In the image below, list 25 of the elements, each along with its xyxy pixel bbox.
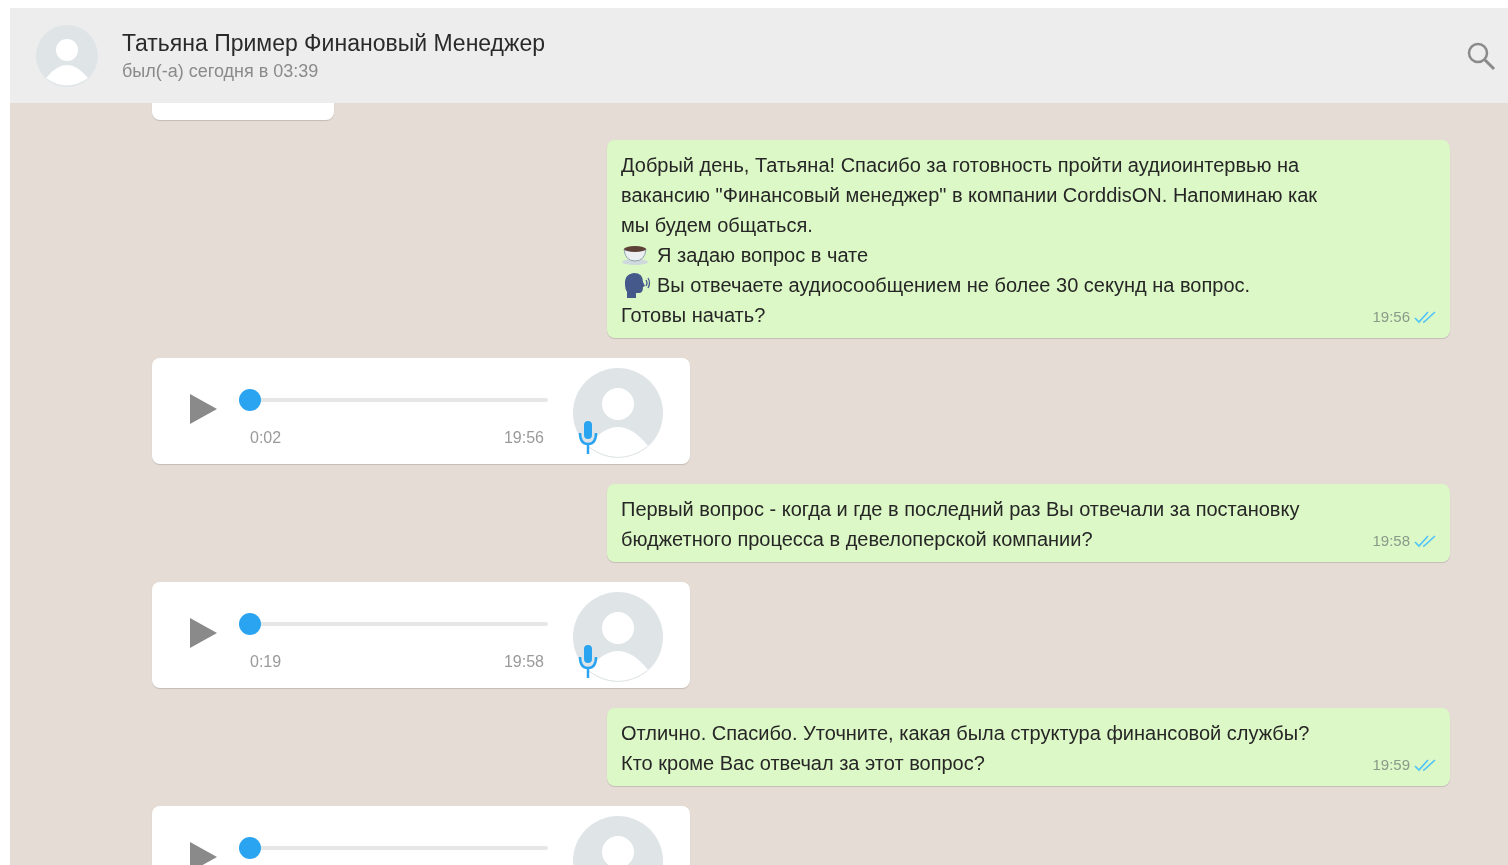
message-text: Вы отвечаете аудиосообщением не более 30 секунд на вопрос. (657, 273, 1251, 298)
message-time: 19:58 (1372, 530, 1410, 551)
message-text: Первый вопрос - когда и где в последний раз Вы отвечали за постановку бюджетного процесса в девелоперской компании? (621, 497, 1301, 552)
message-text: Я задаю вопрос в чате (657, 243, 869, 268)
search-icon (1466, 40, 1496, 71)
avatar-placeholder-icon (573, 592, 663, 682)
voice-duration: 0:19 (250, 652, 282, 672)
avatar-placeholder-icon (573, 368, 663, 458)
coffee-cup-icon (621, 244, 651, 266)
message-text: Готовы начать? (621, 303, 766, 328)
message-time: 19:59 (1372, 754, 1410, 775)
voice-duration: 0:02 (250, 428, 282, 448)
message-time: 19:56 (503, 428, 544, 448)
microphone-icon (577, 420, 599, 456)
avatar-placeholder-icon (36, 24, 98, 87)
last-seen-status: был(-а) сегодня в 03:39 (122, 59, 320, 83)
play-icon (188, 393, 218, 425)
message-text: Отлично. Спасибо. Уточните, какая была структура финансовой службы? Кто кроме Вас отвечал за этот вопрос? (621, 721, 1311, 776)
message-time: 19:56 (1372, 306, 1410, 327)
message-text: Добрый день, Татьяна! Спасибо за готовность пройти аудиоинтервью на вакансию "Финансовый менеджер" в компании CorddisON. Напоминаю как мы будем общаться. (621, 153, 1319, 238)
contact-name: Татьяна Пример Финановый Менеджер (122, 28, 546, 58)
play-icon (188, 617, 218, 649)
microphone-icon (577, 644, 599, 680)
play-icon (188, 841, 218, 865)
message-time: 19:58 (503, 652, 544, 672)
